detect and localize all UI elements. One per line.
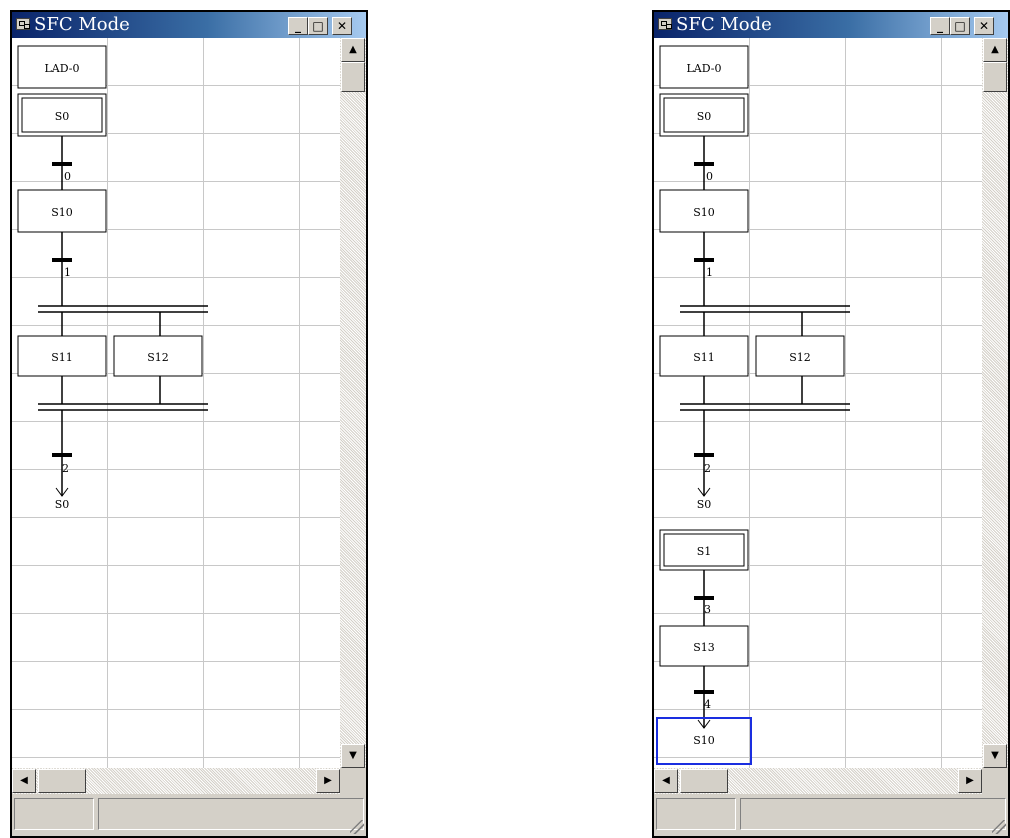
status-bar bbox=[12, 794, 366, 836]
scrollbar-corner bbox=[982, 768, 1008, 794]
step-label-s11: S11 bbox=[51, 351, 73, 364]
step-label-s12: S12 bbox=[789, 351, 811, 364]
sfc-app-icon bbox=[16, 18, 30, 30]
jump-label-s0[interactable]: S0 bbox=[55, 498, 70, 511]
vertical-scroll-thumb[interactable] bbox=[341, 62, 365, 92]
transition-bar-1[interactable] bbox=[52, 258, 72, 262]
sfc-window-right: SFC Mode _ □ ✕ LAD-0 S0 0 S10 1 S11 S12 … bbox=[652, 10, 1010, 838]
close-button[interactable]: ✕ bbox=[974, 17, 994, 35]
minimize-button[interactable]: _ bbox=[930, 17, 950, 35]
sfc-window-left: SFC Mode _ □ ✕ LAD-0 S0 0 S10 1 S11 S12 … bbox=[10, 10, 368, 838]
step-label-lad0: LAD-0 bbox=[687, 62, 722, 75]
transition-bar-2[interactable] bbox=[694, 453, 714, 457]
minimize-button[interactable]: _ bbox=[288, 17, 308, 35]
step-label-s10: S10 bbox=[51, 206, 73, 219]
window-title: SFC Mode bbox=[34, 14, 130, 35]
sfc-canvas[interactable]: LAD-0 S0 0 S10 1 S11 S12 bbox=[12, 38, 340, 768]
transition-bar-2[interactable] bbox=[52, 453, 72, 457]
step-label-s0: S0 bbox=[697, 110, 712, 123]
resize-grip-icon[interactable] bbox=[350, 820, 364, 834]
transition-label-2: 2 bbox=[704, 462, 711, 475]
transition-bar-0[interactable] bbox=[694, 162, 714, 166]
title-bar[interactable]: SFC Mode _ □ ✕ bbox=[654, 12, 1008, 38]
scroll-right-button[interactable]: ▶ bbox=[958, 769, 982, 793]
step-label-s12: S12 bbox=[147, 351, 169, 364]
status-bar bbox=[654, 794, 1008, 836]
status-pane bbox=[656, 798, 736, 830]
horizontal-scroll-thumb[interactable] bbox=[38, 769, 86, 793]
horizontal-scrollbar[interactable]: ◀ ▶ bbox=[654, 768, 982, 794]
sfc-canvas[interactable]: LAD-0 S0 0 S10 1 S11 S12 bbox=[654, 38, 982, 768]
transition-bar-0[interactable] bbox=[52, 162, 72, 166]
scrollbar-corner bbox=[340, 768, 366, 794]
scroll-up-button[interactable]: ▲ bbox=[983, 38, 1007, 62]
window-title: SFC Mode bbox=[676, 14, 772, 35]
step-label-s10: S10 bbox=[693, 206, 715, 219]
step-label-s0: S0 bbox=[55, 110, 70, 123]
scroll-down-button[interactable]: ▼ bbox=[341, 744, 365, 768]
jump-label-s0[interactable]: S0 bbox=[697, 498, 712, 511]
transition-label-2: 2 bbox=[62, 462, 69, 475]
status-pane bbox=[14, 798, 94, 830]
resize-grip-icon[interactable] bbox=[992, 820, 1006, 834]
sfc-diagram: LAD-0 S0 0 S10 1 S11 S12 bbox=[17, 45, 208, 511]
step-label-s11: S11 bbox=[693, 351, 715, 364]
maximize-button[interactable]: □ bbox=[308, 17, 328, 35]
transition-label-4: 4 bbox=[704, 698, 711, 711]
transition-bar-3[interactable] bbox=[694, 596, 714, 600]
vertical-scrollbar[interactable]: ▲ ▼ bbox=[340, 38, 366, 768]
scroll-left-button[interactable]: ◀ bbox=[654, 769, 678, 793]
transition-label-1: 1 bbox=[706, 266, 713, 279]
scroll-right-button[interactable]: ▶ bbox=[316, 769, 340, 793]
scroll-left-button[interactable]: ◀ bbox=[12, 769, 36, 793]
scroll-down-button[interactable]: ▼ bbox=[983, 744, 1007, 768]
close-button[interactable]: ✕ bbox=[332, 17, 352, 35]
maximize-button[interactable]: □ bbox=[950, 17, 970, 35]
transition-label-0: 0 bbox=[64, 170, 71, 183]
transition-label-1: 1 bbox=[64, 266, 71, 279]
transition-bar-1[interactable] bbox=[694, 258, 714, 262]
vertical-scroll-thumb[interactable] bbox=[983, 62, 1007, 92]
title-bar[interactable]: SFC Mode _ □ ✕ bbox=[12, 12, 366, 38]
transition-label-0: 0 bbox=[706, 170, 713, 183]
sfc-app-icon bbox=[658, 18, 672, 30]
status-pane bbox=[740, 798, 1006, 830]
jump-label-s10[interactable]: S10 bbox=[693, 734, 715, 747]
horizontal-scroll-thumb[interactable] bbox=[680, 769, 728, 793]
transition-bar-4[interactable] bbox=[694, 690, 714, 694]
horizontal-scrollbar[interactable]: ◀ ▶ bbox=[12, 768, 340, 794]
vertical-scrollbar[interactable]: ▲ ▼ bbox=[982, 38, 1008, 768]
status-pane bbox=[98, 798, 364, 830]
step-label-s1: S1 bbox=[697, 545, 712, 558]
scroll-up-button[interactable]: ▲ bbox=[341, 38, 365, 62]
sfc-diagram: LAD-0 S0 0 S10 1 S11 S12 bbox=[656, 45, 850, 765]
transition-label-3: 3 bbox=[704, 603, 711, 616]
step-label-s13: S13 bbox=[693, 641, 715, 654]
step-label-lad0: LAD-0 bbox=[45, 62, 80, 75]
